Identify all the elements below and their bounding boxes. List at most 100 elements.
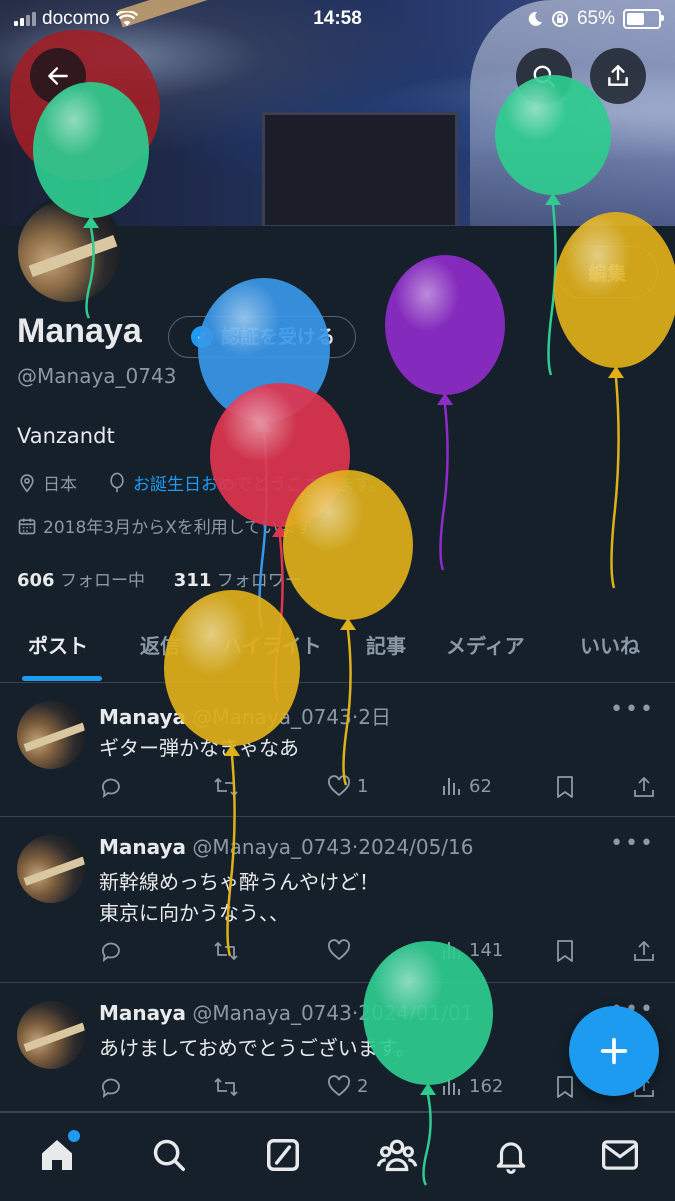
followers-label: フォロワー (216, 571, 302, 591)
profile-joined: 2018年3月からXを利用しています (43, 518, 313, 538)
views-count: 162 (469, 1075, 504, 1097)
post-author-name: Manaya (99, 705, 187, 729)
grok-icon (267, 1139, 299, 1171)
reply-icon (102, 942, 120, 962)
post-item[interactable]: Manaya @Manaya_0743·2024/05/16 ••• 新幹線めっ… (0, 817, 675, 983)
home-notification-dot (66, 1128, 82, 1144)
share-post-button[interactable] (633, 939, 655, 963)
bookmark-button[interactable] (555, 939, 575, 963)
post-time: ·2日 (351, 705, 391, 729)
profile-tabs: ポスト 返信 ハイライト 記事 メディア いいね (0, 616, 675, 683)
battery-fill (627, 13, 644, 25)
balloon-knot (256, 420, 272, 432)
like-icon (327, 939, 351, 961)
bookmark-button[interactable] (555, 775, 575, 799)
balloon-string (439, 404, 449, 571)
profile-joined-row: 2018年3月からXを利用しています (17, 513, 312, 538)
repost-button[interactable] (213, 775, 245, 799)
following-link[interactable]: 606 フォロー中 (17, 570, 145, 591)
tab-highlights[interactable]: ハイライト (222, 630, 322, 659)
status-bar: docomo 14:58 65% (0, 0, 675, 38)
profile-handle: @Manaya_0743 (17, 364, 177, 388)
profile-bio: Vanzandt (17, 424, 115, 448)
followers-link[interactable]: 311 フォロワー (173, 570, 302, 591)
balloon-icon (110, 472, 124, 492)
share-profile-button[interactable] (590, 48, 646, 104)
repost-button[interactable] (213, 939, 245, 963)
birthday-link[interactable]: お誕生日おめでとうございます。 (133, 470, 386, 495)
post-avatar[interactable] (17, 835, 85, 903)
moon-icon (528, 11, 542, 26)
balloon-string (610, 377, 620, 589)
edit-profile-button[interactable]: 編集 (556, 246, 658, 298)
share-post-button[interactable] (633, 775, 655, 799)
battery-percent: 65% (576, 8, 615, 29)
like-button[interactable] (327, 939, 357, 961)
like-button[interactable]: 2 (327, 1075, 368, 1097)
views-count: 62 (469, 775, 492, 797)
reply-button[interactable] (99, 939, 129, 963)
rotation-lock-icon (551, 11, 568, 27)
bookmark-icon (557, 940, 573, 962)
nav-messages[interactable] (598, 1133, 642, 1177)
bookmark-icon (557, 1076, 573, 1098)
post-author-handle: @Manaya_0743 (192, 1001, 352, 1025)
repost-icon (214, 1078, 238, 1096)
tab-media[interactable]: メディア (446, 630, 525, 659)
tab-replies[interactable]: 返信 (140, 630, 180, 659)
reply-button[interactable] (99, 1075, 129, 1099)
follow-counts: 606 フォロー中 311 フォロワー (17, 566, 302, 591)
post-author-handle: @Manaya_0743 (192, 705, 352, 729)
balloon-highlight (210, 383, 350, 527)
calendar-icon (18, 518, 36, 534)
back-button[interactable] (30, 48, 86, 104)
more-options-icon[interactable]: ••• (610, 697, 655, 722)
following-count: 606 (17, 570, 55, 591)
tab-likes[interactable]: いいね (580, 630, 640, 659)
post-header: Manaya @Manaya_0743·2024/01/01 (99, 1001, 474, 1025)
tab-posts[interactable]: ポスト (28, 630, 88, 659)
balloon-highlight (385, 255, 505, 395)
post-author-handle: @Manaya_0743 (192, 835, 352, 859)
balloon-knot (608, 366, 624, 378)
reply-icon (102, 1078, 120, 1098)
bookmark-button[interactable] (555, 1075, 575, 1099)
post-avatar[interactable] (17, 1001, 85, 1069)
followers-count: 311 (173, 570, 212, 591)
views-icon (443, 778, 460, 795)
messages-icon (602, 1140, 638, 1170)
nav-explore[interactable] (147, 1133, 191, 1177)
nav-communities[interactable] (375, 1133, 419, 1177)
search-icon (533, 65, 555, 87)
battery-icon (623, 9, 664, 29)
active-tab-indicator (22, 676, 102, 681)
post-text: あけましておめでとうございます。 (99, 1036, 416, 1060)
views-button[interactable]: 141 (441, 939, 503, 961)
post-header: Manaya @Manaya_0743·2024/05/16 (99, 835, 474, 859)
post-avatar[interactable] (17, 701, 85, 769)
reply-button[interactable] (99, 775, 129, 799)
get-verified-button[interactable]: ✓ 認証を受ける (168, 316, 357, 358)
like-button[interactable]: 1 (327, 775, 368, 797)
nav-notifications[interactable] (489, 1133, 533, 1177)
tab-articles[interactable]: 記事 (366, 630, 406, 659)
profile-avatar[interactable] (14, 196, 124, 306)
post-time: ·2024/05/16 (351, 835, 474, 859)
profile-name: Manaya (17, 312, 142, 350)
bookmark-icon (557, 776, 573, 798)
post-author-name: Manaya (99, 835, 187, 859)
repost-icon (214, 942, 238, 960)
more-options-icon[interactable]: ••• (610, 831, 655, 856)
search-button[interactable] (516, 48, 572, 104)
views-icon (443, 942, 460, 959)
compose-button[interactable] (569, 1006, 659, 1096)
nav-grok[interactable] (261, 1133, 305, 1177)
likes-count: 2 (357, 1075, 369, 1097)
profile-meta-row: 日本 お誕生日おめでとうございます。 (17, 470, 386, 495)
communities-icon (376, 1139, 418, 1172)
repost-button[interactable] (213, 1075, 245, 1099)
likes-count: 1 (357, 775, 369, 797)
views-button[interactable]: 62 (441, 775, 492, 797)
post-item[interactable]: Manaya @Manaya_0743·2日 ••• ギター弾かなきゃなあ 1 6… (0, 683, 675, 817)
views-button[interactable]: 162 (441, 1075, 503, 1097)
